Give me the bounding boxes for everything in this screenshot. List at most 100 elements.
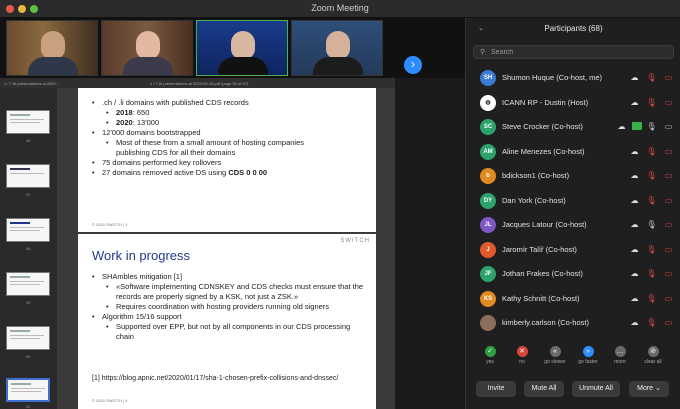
check-icon: ✓ [484,346,496,357]
thumb-number: 51 [26,404,31,409]
video-off-icon[interactable]: ▭ [663,146,674,157]
participants-title: Participants (68) [544,24,603,33]
go-slower-button[interactable]: « go slower [542,346,568,365]
bullet-item: «Software implementing CDNSKEY and CDS c… [92,282,364,302]
participant-name: Aline Menezes (Co-host) [502,146,585,156]
mic-muted-icon[interactable]: 🎙︎ [646,195,657,206]
avatar [480,315,496,331]
participant-row[interactable]: kimberly.carlson (Co-host) ☁ 🎙︎ ▭ [466,311,680,335]
bullet-bold: CDS 0 0 00 [228,168,268,177]
reaction-label: go faster [578,359,598,365]
cloud-icon: ☁ [630,146,639,156]
video-strip: › [0,18,465,78]
page-thumbnail-selected[interactable] [6,378,50,402]
avatar: ◍ [480,94,496,111]
mic-muted-icon[interactable]: 🎙︎ [646,170,657,181]
participant-name: ICANN RP - Dustin (Host) [502,97,589,107]
page-thumbnail[interactable] [6,218,50,242]
mic-muted-icon[interactable]: 🎙︎ [646,72,657,83]
window-title: Zoom Meeting [311,3,369,13]
cloud-icon: ☁ [630,220,639,229]
participant-row[interactable]: AM Aline Menezes (Co-host) ☁ 🎙︎ ▭ [466,140,680,164]
chevron-right-icon[interactable]: › [404,56,422,74]
video-off-icon[interactable]: ▭ [663,219,674,230]
cloud-icon: ☁ [630,73,639,82]
bullet-item: Supported over EPP, but not by all compo… [92,322,364,342]
video-tile[interactable] [6,20,98,76]
participant-row[interactable]: J Jaromír Talíř (Co-host) ☁ 🎙︎ ▭ [466,238,680,262]
cloud-icon: ☁ [630,195,639,205]
page-thumbnail[interactable] [6,164,50,188]
no-button[interactable]: ✕ no [509,346,535,365]
avatar: SC [480,119,496,135]
video-icon[interactable]: ▭ [663,121,674,132]
more-reactions-button[interactable]: … more [607,346,633,365]
page-thumbnail[interactable] [6,272,50,296]
x-icon: ✕ [516,346,528,357]
bullet-list: SHAmbles mitigation [1] «Software implem… [92,272,364,342]
yes-button[interactable]: ✓ yes [477,346,503,365]
cloud-icon: ☁ [630,171,639,180]
go-faster-button[interactable]: » go faster [575,346,601,365]
participants-panel: ⌄ Participants (68) ⚲ SH Shumon Huque (C… [465,18,680,409]
page-thumbnail[interactable] [6,326,50,350]
participant-row[interactable]: JL Jacques Latour (Co-host) ☁ 🎙︎ ▭ [466,213,680,237]
video-tile[interactable] [101,20,193,76]
participant-row[interactable]: b bdickson1 (Co-host) ☁ 🎙︎ ▭ [466,164,680,188]
mic-muted-icon[interactable]: 🎙︎ [646,317,657,328]
cloud-icon: ☁ [630,97,639,107]
invite-button[interactable]: Invite [476,381,516,397]
mic-icon[interactable]: 🎙︎ [646,121,657,132]
slide-title: Work in progress [92,248,191,263]
participant-row[interactable]: KS Kathy Schnitt (Co-host) ☁ 🎙︎ ▭ [466,287,680,311]
video-off-icon[interactable]: ▭ [663,268,674,279]
avatar: J [480,241,496,258]
video-off-icon[interactable]: ▭ [663,72,674,83]
participant-row[interactable]: ◍ ICANN RP - Dustin (Host) ☁ 🎙︎ ▭ [466,91,680,115]
cloud-icon: ☁ [630,318,639,327]
more-button[interactable]: More ⌄ [629,381,669,397]
switch-logo: SWITCH [340,238,370,244]
mic-icon[interactable]: 🎙︎ [646,219,657,230]
mic-muted-icon[interactable]: 🎙︎ [646,293,657,304]
cloud-icon: ☁ [617,122,626,131]
bullet-bold: 2020 [116,118,133,127]
video-tile-active[interactable] [196,20,288,76]
mic-muted-icon[interactable]: 🎙︎ [646,146,657,157]
search-input[interactable] [491,48,661,57]
participant-row[interactable]: JF Jothan Frakes (Co-host) ☁ 🎙︎ ▭ [466,262,680,286]
video-off-icon[interactable]: ▭ [663,244,674,255]
avatar: KS [480,290,496,307]
mic-muted-icon[interactable]: 🎙︎ [646,244,657,255]
unmute-all-button[interactable]: Unmute All [572,381,620,397]
reaction-label: yes [486,359,494,365]
participant-row[interactable]: DY Dan York (Co-host) ☁ 🎙︎ ▭ [466,189,680,213]
mic-muted-icon[interactable]: 🎙︎ [646,268,657,279]
bullet-item: 27 domains removed active DS using CDS 0… [92,168,332,178]
participant-row[interactable]: SC Steve Crocker (Co-host) ☁ 🎙︎ ▭ [466,115,680,139]
bullet-item: 75 domains performed key rollovers [92,158,332,168]
reference-link[interactable]: [1] https://blog.apnic.net/2020/01/17/sh… [92,374,338,384]
mic-muted-icon[interactable]: 🎙︎ [646,97,657,108]
panel-footer: Invite Mute All Unmute All More ⌄ [466,379,680,403]
video-tile[interactable] [291,20,383,76]
bullet-item: 12'000 domains bootstrapped [92,128,332,138]
participant-name: Jacques Latour (Co-host) [502,220,587,229]
thumb-number: 49 [26,300,31,305]
avatar: b [480,168,496,184]
participant-name: Shumon Huque (Co-host, me) [502,73,603,82]
page-thumbnail[interactable] [6,110,50,134]
bullet-text: : 13'000 [132,118,160,127]
video-off-icon[interactable]: ▭ [663,97,674,108]
thumbnail-sidebar: 46 47 48 49 50 51 [0,88,57,409]
more-icon: … [614,346,626,357]
video-off-icon[interactable]: ▭ [663,170,674,181]
mute-all-button[interactable]: Mute All [524,381,564,397]
bullet-item: Most of these from a small amount of hos… [92,138,332,158]
video-off-icon[interactable]: ▭ [663,195,674,206]
doc-toolbar: 1 / 7 Al presentations ai 2020... 1 / 7 … [0,78,395,88]
participant-row[interactable]: SH Shumon Huque (Co-host, me) ☁ 🎙︎ ▭ [466,66,680,90]
video-off-icon[interactable]: ▭ [663,293,674,304]
video-off-icon[interactable]: ▭ [663,317,674,328]
clear-all-button[interactable]: ⊘ clear all [640,346,666,365]
